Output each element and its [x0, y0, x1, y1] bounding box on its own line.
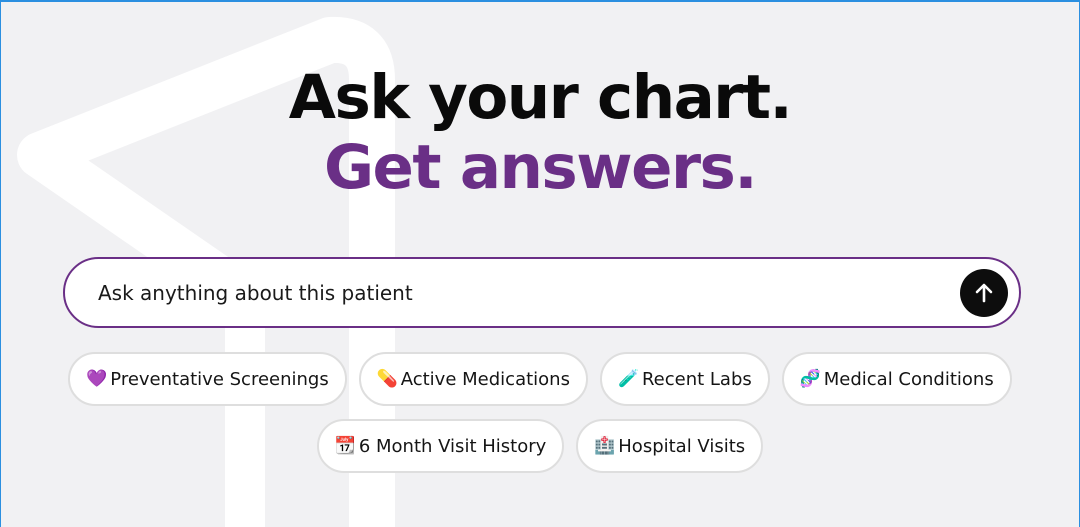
- suggestion-active-medications[interactable]: 💊 Active Medications: [358, 352, 588, 406]
- hero-subtitle: Get answers.: [323, 132, 758, 203]
- hospital-icon: 🏥: [594, 436, 616, 456]
- suggestion-label: Medical Conditions: [823, 368, 994, 390]
- suggestion-row-1: 💜 Preventative Screenings 💊 Active Medic…: [0, 352, 1080, 406]
- suggestion-preventative-screenings[interactable]: 💜 Preventative Screenings: [68, 352, 347, 406]
- suggestion-label: Active Medications: [400, 368, 570, 390]
- search-input[interactable]: [98, 259, 918, 326]
- suggestion-hospital-visits[interactable]: 🏥 Hospital Visits: [576, 419, 764, 473]
- search-bar: [63, 257, 1021, 328]
- suggestion-row-2: 📆 6 Month Visit History 🏥 Hospital Visit…: [0, 419, 1080, 473]
- suggestion-label: Preventative Screenings: [110, 368, 329, 390]
- suggestion-medical-conditions[interactable]: 🧬 Medical Conditions: [781, 352, 1012, 406]
- pill-icon: 💊: [376, 369, 398, 389]
- suggestion-label: Recent Labs: [641, 368, 752, 390]
- arrow-up-icon: [975, 283, 993, 303]
- suggestion-visit-history[interactable]: 📆 6 Month Visit History: [316, 419, 565, 473]
- suggestion-recent-labs[interactable]: 🧪 Recent Labs: [599, 352, 770, 406]
- hero-title: Ask your chart.: [288, 62, 793, 133]
- test-tube-icon: 🧪: [617, 369, 640, 389]
- dna-icon: 🧬: [799, 369, 821, 389]
- calendar-icon: 📆: [334, 436, 356, 456]
- send-button[interactable]: [960, 269, 1008, 317]
- purple-heart-icon: 💜: [86, 369, 108, 389]
- suggestion-label: 6 Month Visit History: [358, 435, 547, 457]
- suggestion-label: Hospital Visits: [618, 435, 746, 457]
